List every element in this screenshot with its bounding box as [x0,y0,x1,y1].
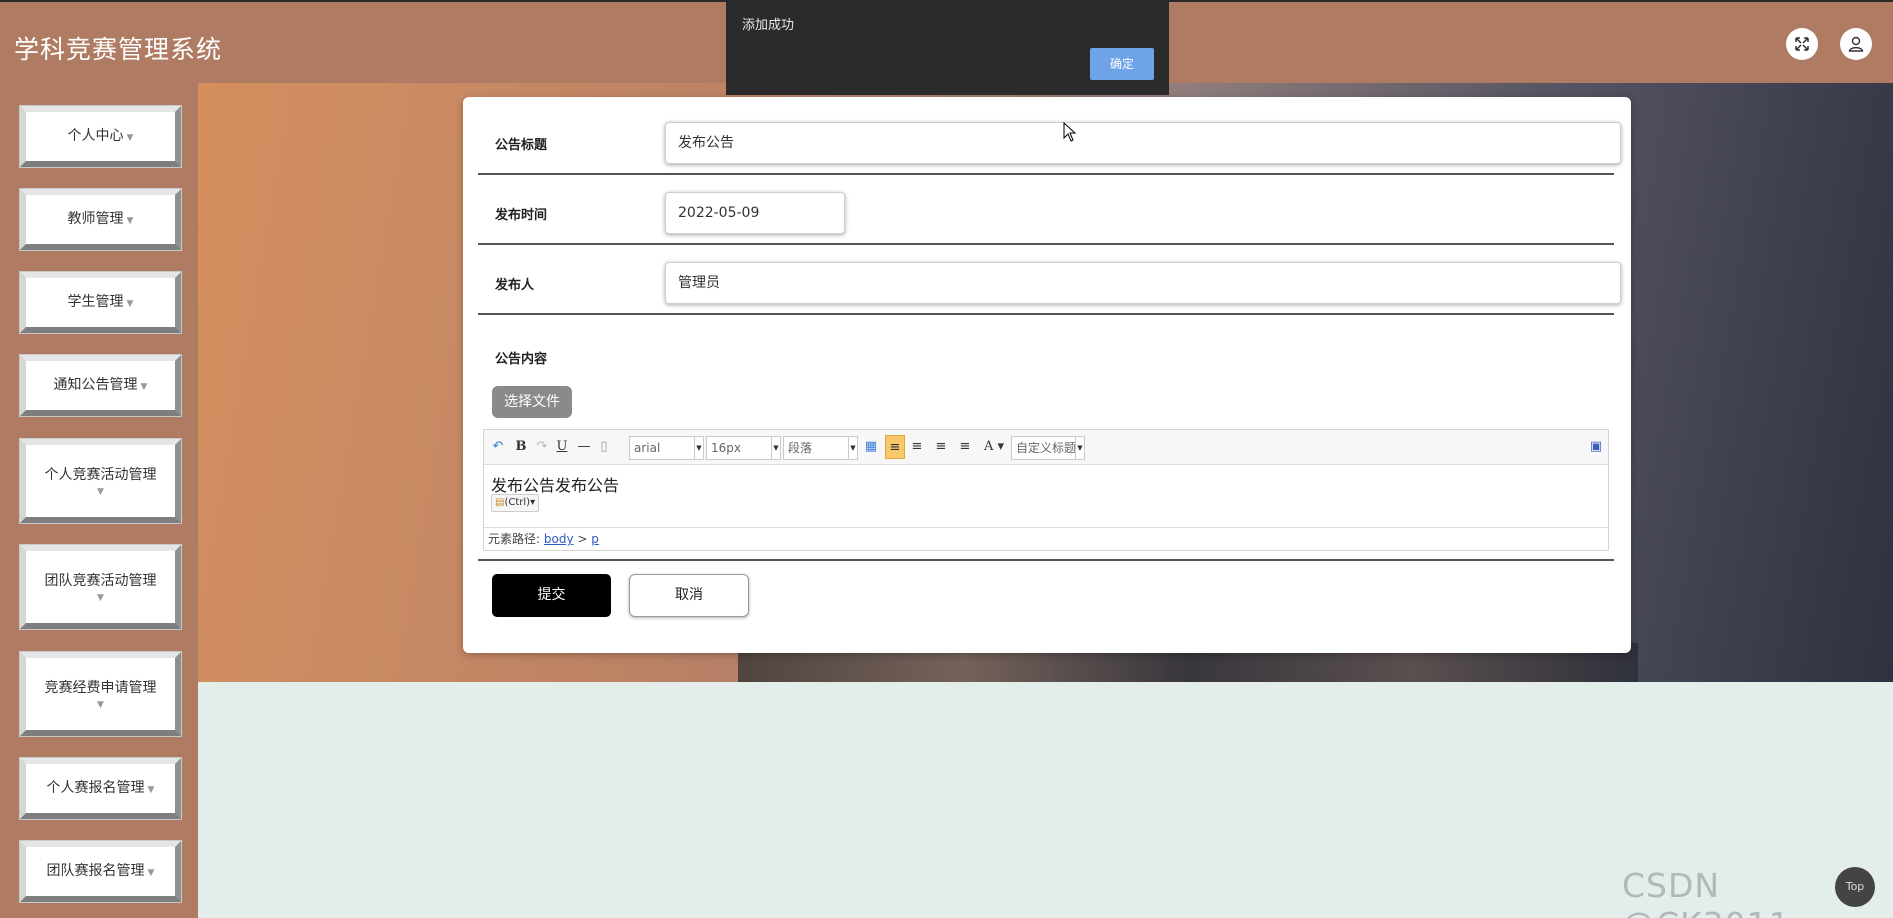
title-label: 公告标题 [495,138,548,153]
sidebar-item-team-activities[interactable]: 团队竞赛活动管理 ▼ [20,545,181,629]
caret-down-icon: ▼ [126,132,134,143]
sidebar-item-label: 团队赛报名管理 [46,862,145,879]
publisher-input[interactable]: 管理员 [665,262,1621,304]
sidebar-item-notices[interactable]: 通知公告管理 ▼ [20,355,181,416]
caret-down-icon: ▼ [97,487,104,497]
horizontal-rule-icon[interactable]: — [576,437,592,457]
title-input[interactable]: 发布公告 [665,122,1621,164]
fullscreen-button[interactable] [1786,28,1818,60]
choose-file-button[interactable]: 选择文件 [492,386,572,418]
caret-down-icon: ▼ [140,381,148,392]
sidebar-item-label: 个人中心 [67,127,124,144]
rich-text-editor: ↶ B ↷ U — ▯ arial ▼ 16px ▼ 段落 ▼ ▦ ≡ ≡ ≡ ≡ A… [483,429,1609,551]
cancel-button[interactable]: 取消 [629,574,749,617]
sidebar-item-individual-signup[interactable]: 个人赛报名管理 ▼ [20,758,181,819]
form-row-publisher: 发布人 管理员 [478,245,1621,315]
sidebar-item-label: 竞赛经费申请管理 [44,680,157,696]
dropdown-icon: ▼ [694,437,703,459]
time-input[interactable]: 2022-05-09 [665,192,845,234]
sidebar-item-team-signup[interactable]: 团队赛报名管理 ▼ [20,841,181,902]
editor-divider [478,551,1614,561]
custom-title-value: 自定义标题 [1016,441,1077,455]
font-color-icon[interactable]: A ▾ [981,437,1007,457]
success-dialog: 添加成功 确定 [726,2,1169,95]
sidebar-item-label-row: 个人赛报名管理 ▼ [47,777,155,801]
dropdown-icon: ▼ [771,437,780,459]
dropdown-icon: ▼ [848,437,857,459]
align-right-icon[interactable]: ≡ [909,437,925,457]
app-title: 学科竞赛管理系统 [14,35,223,64]
notice-form: 公告标题 发布公告 发布时间 2022-05-09 发布人 管理员 公告内容 选… [463,97,1631,653]
caret-down-icon: ▼ [126,215,134,226]
user-button[interactable] [1840,28,1872,60]
back-to-top-button[interactable]: Top [1835,867,1875,907]
path-separator: > [577,532,588,546]
publisher-label: 发布人 [495,278,535,293]
chevron-down-icon: ▾ [530,497,536,508]
redo-icon[interactable]: ↷ [534,437,550,457]
custom-title-select[interactable]: 自定义标题 ▼ [1011,436,1085,460]
undo-icon[interactable]: ↶ [489,437,507,457]
sidebar-item-personal-center[interactable]: 个人中心 ▼ [20,106,181,167]
sidebar-item-label: 个人赛报名管理 [46,779,145,796]
sidebar-item-label-row: 教师管理 ▼ [68,208,134,232]
align-justify-icon[interactable]: ≡ [957,437,973,457]
editor-toolbar: ↶ B ↷ U — ▯ arial ▼ 16px ▼ 段落 ▼ ▦ ≡ ≡ ≡ ≡ A… [484,430,1608,465]
submit-button[interactable]: 提交 [492,574,611,617]
confirm-button[interactable]: 确定 [1090,48,1154,80]
mouse-cursor-icon [1063,122,1077,142]
underline-icon[interactable]: U [554,437,570,457]
caret-down-icon: ▼ [126,298,134,309]
sidebar-item-label: 通知公告管理 [53,376,138,393]
element-path: 元素路径: body > p [484,527,1608,551]
form-row-time: 发布时间 2022-05-09 [478,175,1614,245]
caret-down-icon: ▼ [147,784,155,795]
sidebar-item-label-row: 学生管理 ▼ [68,291,134,315]
sidebar: 个人中心 ▼ 教师管理 ▼ 学生管理 ▼ 通知公告管理 ▼ 个人竞赛活动管理 ▼ 团队竞… [0,83,198,918]
sidebar-item-label: 学生管理 [67,293,124,310]
dropdown-icon: ▼ [1075,437,1084,459]
content-label: 公告内容 [495,352,548,367]
sidebar-item-funding[interactable]: 竞赛经费申请管理 ▼ [20,652,181,736]
paste-chip-label: (Ctrl) [504,497,531,508]
caret-down-icon: ▼ [147,867,155,878]
paste-options[interactable]: ▤(Ctrl)▾ [491,494,540,512]
align-center-icon[interactable]: ≡ [933,437,949,457]
sidebar-item-individual-activities[interactable]: 个人竞赛活动管理 ▼ [20,439,181,523]
form-row-title: 公告标题 发布公告 [478,105,1621,175]
sidebar-item-label: 个人竞赛活动管理 [44,467,157,483]
path-body-link[interactable]: body [544,532,574,546]
sidebar-item-teachers[interactable]: 教师管理 ▼ [20,189,181,250]
dialog-message: 添加成功 [742,18,795,33]
sidebar-item-label: 教师管理 [67,210,124,227]
sidebar-item-label: 团队竞赛活动管理 [44,573,157,589]
sidebar-item-label-row: 通知公告管理 ▼ [54,374,148,398]
fullscreen-editor-icon[interactable]: ▣ [1588,437,1604,457]
page-icon[interactable]: ▯ [597,437,611,457]
path-label: 元素路径: [488,532,541,546]
sidebar-item-label-row: 团队赛报名管理 ▼ [47,860,155,884]
paragraph-value: 段落 [788,441,813,455]
sidebar-item-label-row: 个人中心 ▼ [68,125,134,149]
path-p-link[interactable]: p [591,532,599,546]
editor-content[interactable]: 发布公告发布公告 [491,472,619,496]
font-family-value: arial [634,441,661,455]
time-label: 发布时间 [495,208,548,223]
user-icon [1848,36,1864,52]
sidebar-item-students[interactable]: 学生管理 ▼ [20,272,181,333]
bold-icon[interactable]: B [513,437,529,457]
expand-icon [1795,37,1809,51]
table-icon[interactable]: ▦ [863,437,879,457]
font-size-value: 16px [711,441,741,455]
align-left-icon[interactable]: ≡ [885,435,905,459]
paragraph-select[interactable]: 段落 ▼ [783,436,858,460]
caret-down-icon: ▼ [97,593,104,603]
font-family-select[interactable]: arial ▼ [629,436,704,460]
caret-down-icon: ▼ [97,700,104,710]
font-size-select[interactable]: 16px ▼ [706,436,781,460]
